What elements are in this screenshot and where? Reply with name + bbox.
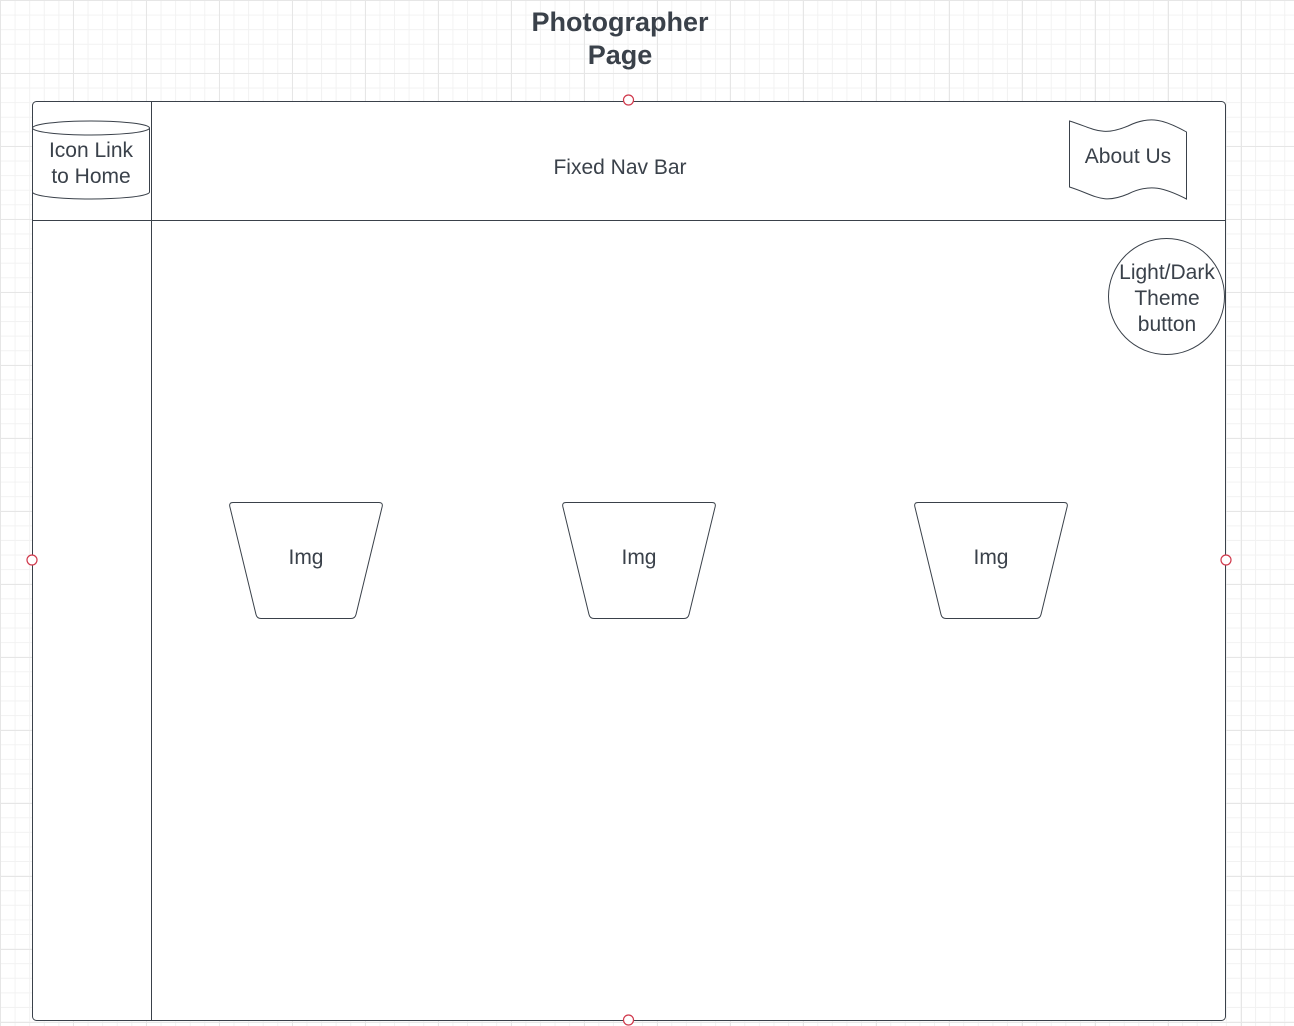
image-label-2: Img: [621, 546, 657, 569]
nav-bar-label: Fixed Nav Bar: [553, 156, 687, 179]
about-us-label: About Us: [1084, 145, 1172, 168]
theme-button-label: Light/Dark Theme button: [1119, 261, 1215, 336]
selection-handle-bottom[interactable]: [622, 1014, 635, 1026]
image-label-3: Img: [973, 546, 1009, 569]
selection-handle-right[interactable]: [1220, 554, 1232, 566]
image-label-1: Img: [288, 546, 324, 569]
selection-handle-left[interactable]: [26, 554, 38, 566]
selection-handle-top[interactable]: [622, 94, 635, 106]
home-link-label: Icon Link to Home: [48, 139, 134, 188]
